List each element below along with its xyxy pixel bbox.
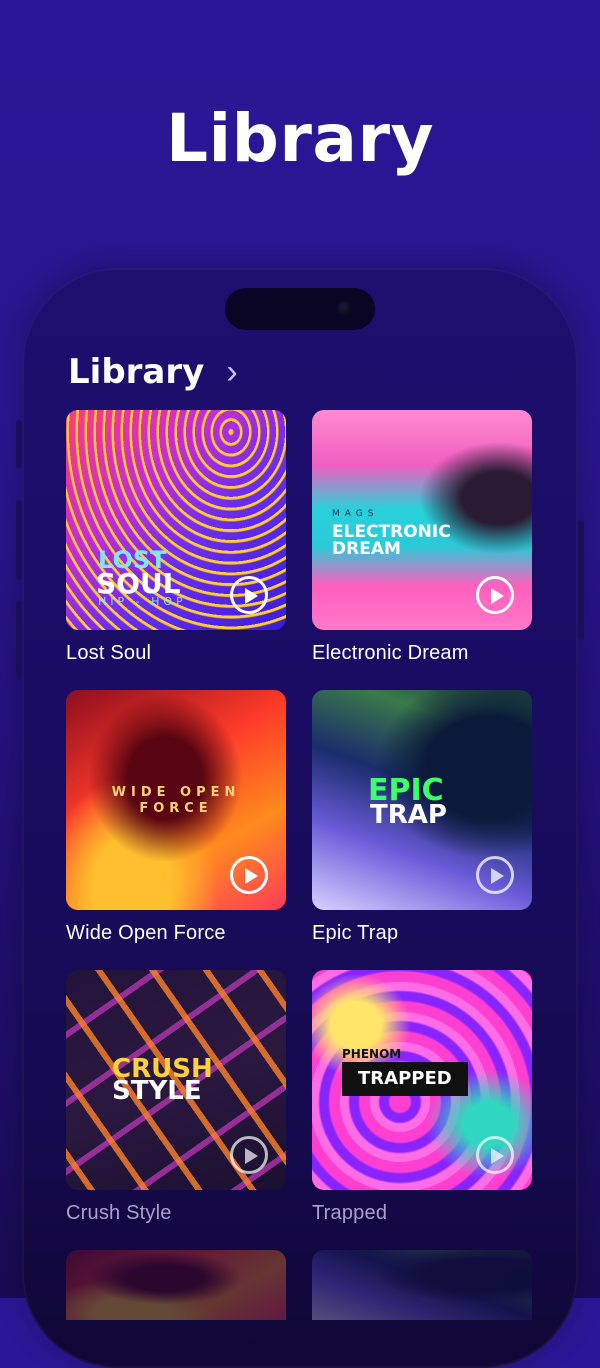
- play-circle-icon[interactable]: [230, 1136, 268, 1174]
- cover-text: FORCE: [139, 801, 213, 816]
- album-card-wide-open-force[interactable]: WIDE OPEN FORCE Wide Open Force: [66, 690, 288, 945]
- album-cover-partial[interactable]: [312, 1250, 532, 1320]
- album-cover[interactable]: MAGS ELECTRONIC DREAM: [312, 410, 532, 630]
- album-card-electronic-dream[interactable]: MAGS ELECTRONIC DREAM Electronic Dream: [312, 410, 534, 665]
- chevron-right-icon[interactable]: ›: [226, 355, 237, 389]
- play-circle-icon[interactable]: [230, 576, 268, 614]
- cover-text: TRAPPED: [342, 1062, 468, 1096]
- album-card-epic-trap[interactable]: EPIC TRAP Epic Trap: [312, 690, 534, 945]
- album-cover[interactable]: LOST SOUL HIP - HOP: [66, 410, 286, 630]
- album-cover[interactable]: EPIC TRAP: [312, 690, 532, 910]
- cover-text: WIDE OPEN: [111, 785, 241, 800]
- album-title[interactable]: Lost Soul: [66, 642, 288, 665]
- album-title[interactable]: Trapped: [312, 1202, 534, 1225]
- album-title[interactable]: Crush Style: [66, 1202, 288, 1225]
- album-title[interactable]: Electronic Dream: [312, 642, 534, 665]
- album-title[interactable]: Wide Open Force: [66, 922, 288, 945]
- cover-text: PHENOM: [342, 1047, 402, 1061]
- cover-text: SOUL: [96, 567, 181, 600]
- section-title: Library: [68, 352, 205, 392]
- cover-text: MAGS: [332, 509, 379, 519]
- play-circle-icon[interactable]: [476, 576, 514, 614]
- phone-frame: Library › LOST SOUL HIP - HOP Lost Soul …: [22, 268, 578, 1368]
- album-card-lost-soul[interactable]: LOST SOUL HIP - HOP Lost Soul: [66, 410, 288, 665]
- page-title: Library: [165, 100, 435, 177]
- album-cover-partial[interactable]: [66, 1250, 286, 1320]
- cover-text: STYLE: [112, 1076, 202, 1106]
- album-card-trapped[interactable]: PHENOM TRAPPED Trapped: [312, 970, 534, 1225]
- cover-text: HIP - HOP: [98, 595, 187, 608]
- play-circle-icon[interactable]: [476, 1136, 514, 1174]
- album-card-crush-style[interactable]: CRUSH STYLE Crush Style: [66, 970, 288, 1225]
- cover-text: TRAP: [370, 800, 447, 830]
- camera-icon: [337, 301, 353, 317]
- album-cover[interactable]: WIDE OPEN FORCE: [66, 690, 286, 910]
- dynamic-island: [225, 288, 375, 330]
- album-title[interactable]: Epic Trap: [312, 922, 534, 945]
- phone-power-button: [578, 520, 584, 640]
- play-circle-icon[interactable]: [476, 856, 514, 894]
- play-circle-icon[interactable]: [230, 856, 268, 894]
- album-cover[interactable]: PHENOM TRAPPED: [312, 970, 532, 1190]
- cover-text: DREAM: [332, 539, 401, 559]
- album-cover[interactable]: CRUSH STYLE: [66, 970, 286, 1190]
- library-section-header[interactable]: Library ›: [68, 352, 238, 392]
